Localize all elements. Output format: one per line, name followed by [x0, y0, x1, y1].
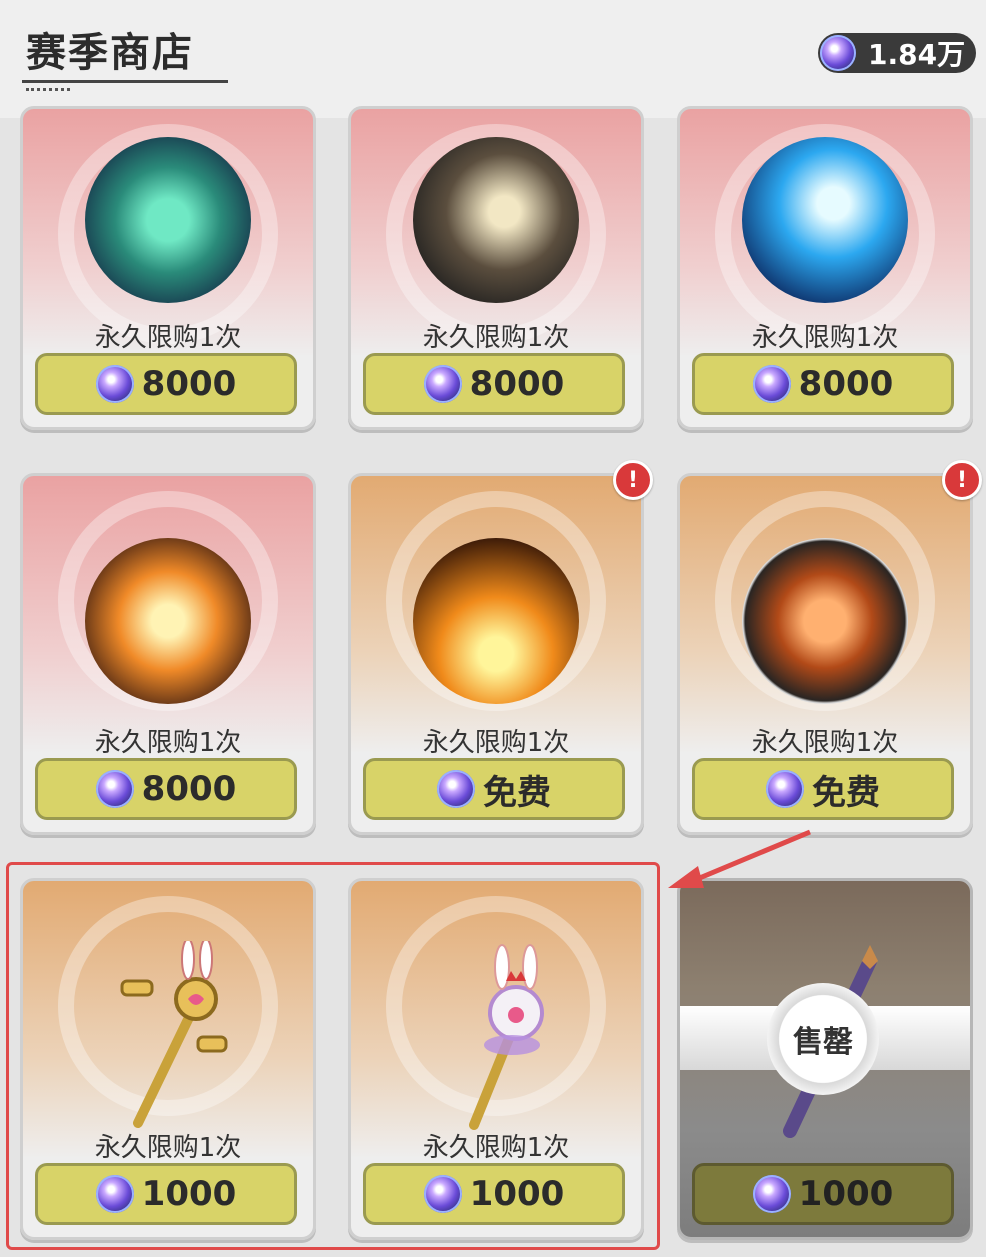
season-coin-icon: [95, 365, 134, 403]
new-item-alert-icon: !: [613, 460, 653, 500]
shop-item-card[interactable]: 永久限购1次 8000: [20, 473, 316, 835]
currency-balance[interactable]: 1.84万: [818, 33, 976, 73]
shop-item-card[interactable]: 永久限购1次 8000: [20, 106, 316, 430]
purchase-limit: 永久限购1次: [422, 323, 570, 353]
highlight-box: [6, 862, 660, 1250]
shop-item-card[interactable]: 永久限购1次 免费: [348, 473, 644, 835]
free-claim-button[interactable]: 免费: [363, 758, 625, 820]
price-button[interactable]: 8000: [363, 353, 625, 415]
free-claim-button[interactable]: 免费: [692, 758, 954, 820]
price-value: 8000: [141, 364, 237, 404]
rock-pet-frame-icon: [742, 538, 908, 704]
price-value: 1000: [798, 1174, 894, 1214]
season-coin-icon: [752, 365, 791, 403]
price-button-disabled: 1000: [692, 1163, 954, 1225]
rock-pet-icon: [413, 538, 579, 704]
new-item-alert-icon: !: [942, 460, 982, 500]
beast-claw-icon: [413, 137, 579, 303]
price-value: 8000: [469, 364, 565, 404]
page-title: 赛季商店: [26, 30, 194, 76]
sold-out-badge: 售罄: [767, 983, 879, 1095]
purchase-limit: 永久限购1次: [751, 728, 899, 758]
purchase-limit: 永久限购1次: [422, 728, 570, 758]
season-coin-icon: [95, 770, 134, 808]
season-coin-icon: [752, 1175, 791, 1213]
season-coin-icon: [437, 770, 475, 808]
season-coin-icon: [423, 365, 462, 403]
season-coin-icon: [820, 35, 856, 71]
phoenix-icon: [85, 538, 251, 704]
currency-amount: 1.84万: [868, 38, 966, 71]
shop-item-card[interactable]: 永久限购1次 8000: [677, 106, 973, 430]
price-button[interactable]: 8000: [35, 353, 297, 415]
purchase-limit: 永久限购1次: [94, 728, 242, 758]
price-value: 免费: [483, 772, 551, 813]
title-dots: [26, 88, 70, 91]
shop-item-card[interactable]: 永久限购1次 免费: [677, 473, 973, 835]
ice-dragon-icon: [742, 137, 908, 303]
shop-item-card[interactable]: 永久限购1次 8000: [348, 106, 644, 430]
purchase-limit: 永久限购1次: [94, 323, 242, 353]
price-button[interactable]: 8000: [692, 353, 954, 415]
price-value: 8000: [798, 364, 894, 404]
title-underline: [22, 80, 228, 83]
shop-item-card-sold-out: 售罄 1000: [677, 878, 973, 1240]
price-value: 8000: [141, 769, 237, 809]
annotation-arrow-icon: [668, 829, 811, 888]
price-button[interactable]: 8000: [35, 758, 297, 820]
purchase-limit: 永久限购1次: [751, 323, 899, 353]
price-value: 免费: [812, 772, 880, 813]
dragon-storm-icon: [85, 137, 251, 303]
top-bar: 赛季商店 1.84万: [0, 0, 986, 118]
season-coin-icon: [766, 770, 804, 808]
